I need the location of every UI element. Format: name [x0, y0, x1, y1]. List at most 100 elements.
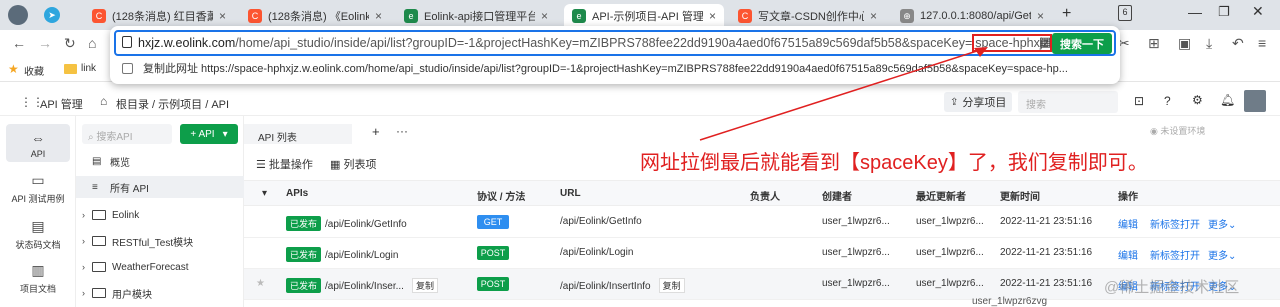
add-api-button[interactable]: + API ▾	[180, 124, 238, 144]
telegram-icon[interactable]: ➤	[44, 7, 60, 23]
help-icon[interactable]: ?	[1164, 94, 1171, 108]
copy-url-button[interactable]: 复制	[658, 278, 685, 293]
batch-operation-button[interactable]: ☰ 批量操作	[256, 156, 313, 172]
minimize-icon[interactable]: —	[1188, 4, 1202, 20]
left-navigation: ⇔ API ▭ API 测试用例 ▤ 状态码文档 ▥ 项目文档	[0, 116, 76, 307]
nav-api-test-cases[interactable]: ▭ API 测试用例	[6, 172, 70, 206]
folder-icon	[92, 288, 106, 298]
api-name-cell: 已发布/api/Eolink/Login	[286, 247, 398, 262]
tab-label: Eolink-api接口管理平台_a	[424, 11, 535, 23]
edit-link[interactable]: 编辑	[1118, 216, 1138, 231]
star-icon[interactable]: ★	[256, 278, 265, 289]
new-tab-button[interactable]: +	[1062, 5, 1071, 23]
tab-label: (128条消息) 红目香薰的博	[112, 11, 213, 23]
col-actions: 操作	[1118, 192, 1138, 203]
col-updater[interactable]: 最近更新者	[916, 188, 966, 203]
search-button[interactable]: 搜索一下	[1052, 33, 1112, 54]
close-tab-icon[interactable]: ×	[535, 9, 548, 23]
forward-icon[interactable]: →	[38, 35, 52, 51]
folder-icon	[64, 64, 77, 74]
global-search-input[interactable]: 搜索	[1018, 91, 1118, 113]
select-all-caret[interactable]: ▾	[262, 188, 267, 199]
col-method[interactable]: 协议 / 方法	[477, 188, 525, 203]
tree-search-input[interactable]: ⌕ 搜索API	[82, 124, 172, 144]
nav-api[interactable]: ⇔ API	[6, 124, 70, 162]
settings-icon[interactable]: ⚙	[1192, 93, 1203, 107]
close-tab-icon[interactable]: ×	[213, 9, 226, 23]
browser-tab[interactable]: e API-示例项目-API 管理 ×	[564, 4, 724, 28]
url-host: hxjz.w.eolink.com	[138, 36, 236, 50]
environment-selector[interactable]: ◉ 未设置环境	[1150, 124, 1205, 137]
folder-icon	[92, 210, 106, 220]
close-tab-icon[interactable]: ×	[864, 9, 877, 23]
file-icon: ▥	[31, 262, 45, 278]
more-link[interactable]: 更多⌄	[1208, 247, 1236, 262]
tab-favicon-icon: ⊕	[900, 9, 914, 23]
browser-tab[interactable]: C (128条消息) 红目香薰的博×	[84, 4, 234, 28]
api-name-cell: 已发布/api/Eolink/GetInfo	[286, 216, 407, 231]
browser-tab[interactable]: C (128条消息) 《Eolink 征文×	[240, 4, 390, 28]
close-tab-icon[interactable]: ×	[1031, 9, 1044, 23]
col-creator[interactable]: 创建者	[822, 188, 852, 203]
status-badge: 已发布	[286, 278, 322, 293]
bookmark-favorites[interactable]: 收藏	[24, 63, 44, 78]
annotation-arrow	[699, 47, 988, 141]
nav-status-code-docs[interactable]: ▤ 状态码文档	[6, 218, 70, 252]
table-row[interactable]: 已发布/api/Eolink/Login POST /api/Eolink/Lo…	[244, 238, 1280, 269]
tree-item-restful[interactable]: › RESTful_Test模块	[76, 230, 244, 252]
tree-label: 概览	[110, 157, 130, 169]
reload-icon[interactable]: ↻	[64, 35, 76, 52]
copy-button[interactable]: 复制	[411, 278, 438, 293]
browser-tab[interactable]: e Eolink-api接口管理平台_a×	[396, 4, 556, 28]
tab-count-badge[interactable]: 6	[1118, 5, 1132, 21]
profile-avatar[interactable]	[8, 5, 28, 25]
tab-favicon-icon: C	[92, 9, 106, 23]
back-icon[interactable]: ←	[12, 35, 26, 51]
restore-icon[interactable]: ❐	[1218, 4, 1230, 20]
undo-icon[interactable]: ↶	[1232, 35, 1244, 52]
eye-icon: ◉	[1150, 126, 1161, 136]
menu-icon[interactable]: ≡	[1258, 35, 1266, 51]
tree-item-all-api[interactable]: ≡ 所有 API	[76, 176, 244, 198]
open-new-tab-link[interactable]: 新标签打开	[1150, 216, 1200, 231]
nav-project-docs[interactable]: ▥ 项目文档	[6, 262, 70, 296]
tree-item-weather[interactable]: › WeatherForecast	[76, 256, 244, 278]
tree-label: Eolink	[112, 209, 140, 221]
col-apis[interactable]: APIs	[286, 188, 308, 199]
more-link[interactable]: 更多⌄	[1208, 216, 1236, 231]
user-avatar[interactable]	[1244, 90, 1266, 112]
close-tab-icon[interactable]: ×	[369, 9, 382, 23]
col-url[interactable]: URL	[560, 188, 581, 199]
breadcrumb[interactable]: 根目录 / 示例项目 / API	[116, 96, 229, 112]
chevron-right-icon: ›	[82, 236, 85, 246]
table-row[interactable]: 已发布/api/Eolink/GetInfo GET /api/Eolink/G…	[244, 207, 1280, 238]
download-icon[interactable]: ⤓	[1206, 35, 1212, 52]
close-window-icon[interactable]: ✕	[1252, 3, 1264, 20]
close-tab-icon[interactable]: ×	[703, 9, 716, 23]
extension-icon[interactable]: ▣	[1178, 35, 1191, 52]
tree-item-overview[interactable]: ▤ 概览	[76, 150, 244, 172]
api-group-tree: ⌕ 搜索API + API ▾ ▤ 概览 ≡ 所有 API › Eolink › REST…	[76, 116, 244, 307]
columns-button[interactable]: ▦ 列表项	[330, 156, 376, 172]
tab-api-list[interactable]: API 列表	[244, 124, 352, 146]
tree-item-eolink[interactable]: › Eolink	[76, 204, 244, 226]
add-tab-icon[interactable]: +	[372, 124, 380, 139]
open-new-tab-link[interactable]: 新标签打开	[1150, 247, 1200, 262]
partial-row-creator: user_1lwpzr6zvg	[972, 296, 1048, 307]
api-management-title[interactable]: API 管理	[40, 96, 83, 112]
browser-tab[interactable]: C 写文章-CSDN创作中心 ×	[730, 4, 885, 28]
browser-tab[interactable]: ⊕ 127.0.0.1:8080/api/GetI ×	[892, 4, 1052, 28]
notification-icon[interactable]: 🔔︎	[1220, 93, 1235, 107]
apps-icon[interactable]: ⊞	[1148, 35, 1160, 52]
tree-item-user[interactable]: › 用户模块	[76, 282, 244, 304]
more-tabs-icon[interactable]: ···	[396, 124, 408, 138]
nav-label: API 测试用例	[11, 194, 65, 204]
col-owner[interactable]: 负责人	[750, 188, 780, 203]
inbox-icon[interactable]: ⊡	[1134, 94, 1144, 108]
bookmark-link[interactable]: link	[81, 63, 96, 74]
home-icon[interactable]: ⌂	[88, 35, 96, 51]
home-breadcrumb-icon[interactable]: ⌂	[100, 94, 107, 108]
edit-link[interactable]: 编辑	[1118, 247, 1138, 262]
url-cell: /api/Eolink/Login	[560, 247, 634, 258]
col-update-time[interactable]: 更新时间	[1000, 188, 1040, 203]
